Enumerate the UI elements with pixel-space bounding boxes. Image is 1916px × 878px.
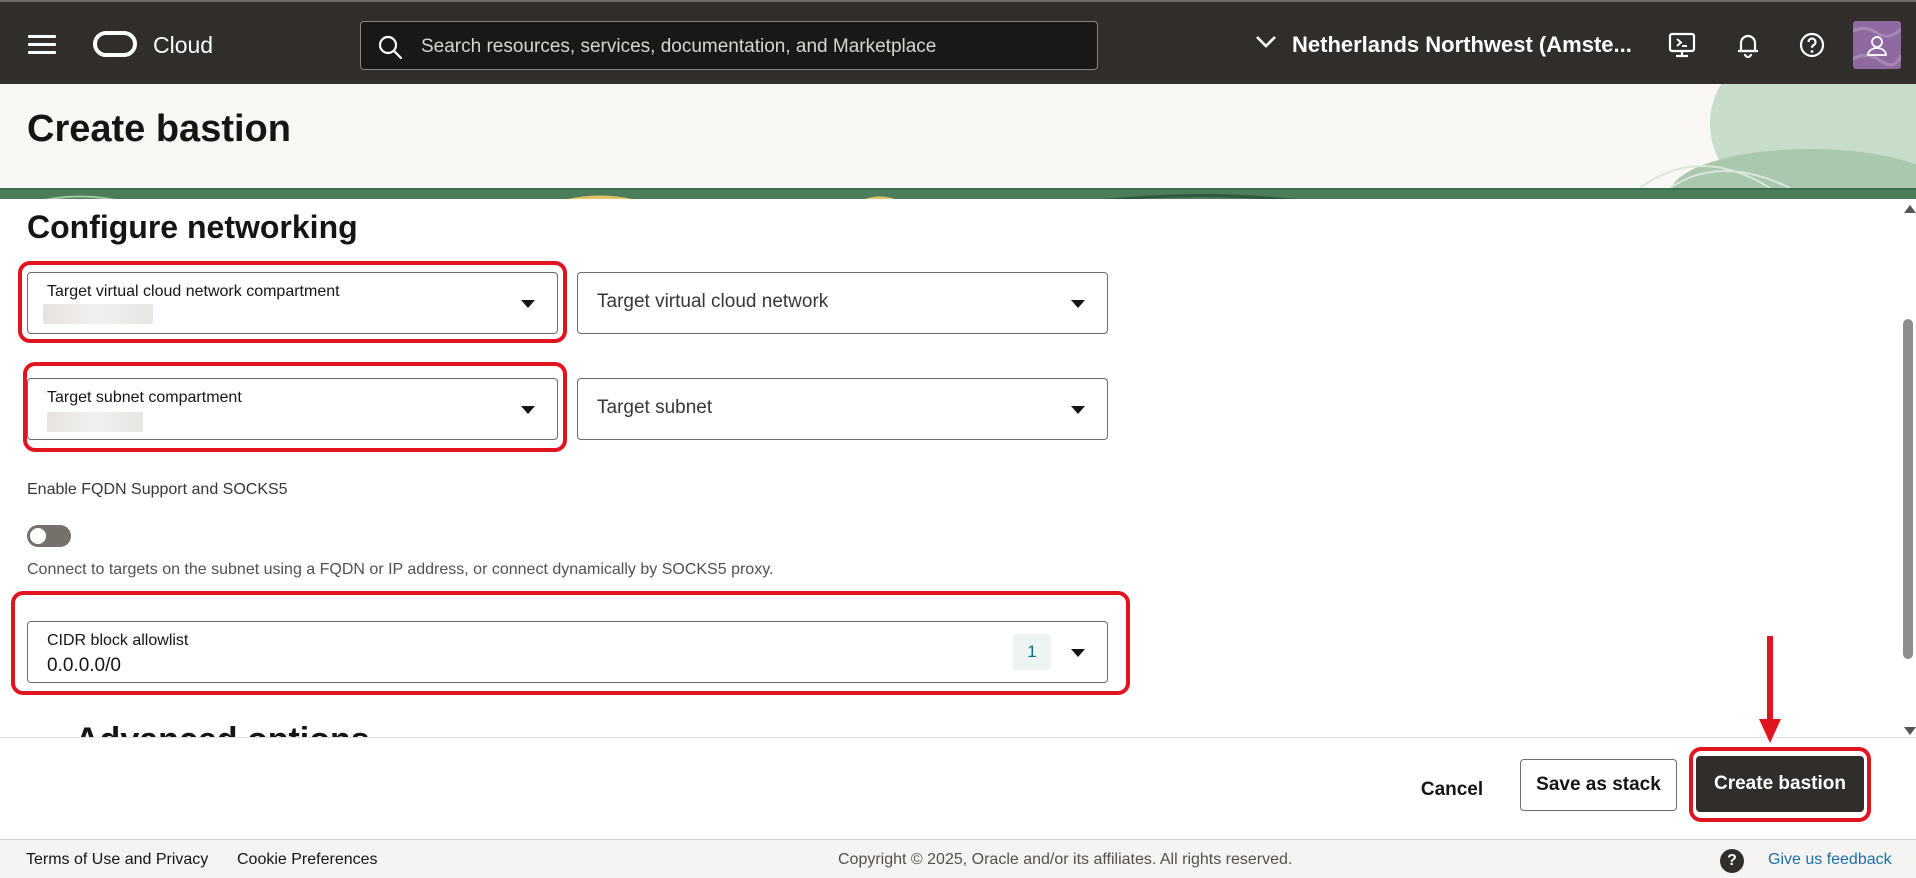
- copyright-text: Copyright © 2025, Oracle and/or its affi…: [838, 851, 1293, 868]
- subnet-select[interactable]: Target subnet: [577, 378, 1108, 440]
- cidr-value: 0.0.0.0/0: [47, 655, 121, 676]
- header-decoration: [1639, 84, 1916, 188]
- feedback-link[interactable]: Give us feedback: [1768, 851, 1892, 869]
- fqdn-toggle[interactable]: [27, 525, 71, 547]
- annotation-arrow: [1767, 636, 1773, 721]
- redacted-value: [47, 412, 143, 432]
- caret-down-icon: [1071, 649, 1085, 657]
- action-bar: Cancel Save as stack Create bastion: [0, 737, 1916, 839]
- help-icon[interactable]: ?: [1720, 849, 1744, 873]
- oracle-logo[interactable]: [93, 31, 137, 57]
- header-decoration-strip: [0, 188, 1916, 199]
- caret-down-icon: [521, 300, 535, 308]
- subnet-compartment-label: Target subnet compartment: [47, 389, 242, 406]
- region-selector[interactable]: Netherlands Northwest (Amste...: [1292, 32, 1632, 58]
- top-navigation-bar: Cloud Search resources, services, docume…: [0, 0, 1916, 84]
- subnet-label: Target subnet: [597, 397, 713, 418]
- cidr-label: CIDR block allowlist: [47, 632, 189, 649]
- fqdn-help-text: Connect to targets on the subnet using a…: [27, 561, 774, 578]
- subnet-compartment-select[interactable]: Target subnet compartment: [27, 378, 558, 440]
- form-content: Configure networking Target virtual clou…: [0, 199, 1900, 737]
- annotation-arrow-head: [1759, 719, 1781, 743]
- vertical-scrollbar[interactable]: [1900, 199, 1916, 737]
- section-title: Configure networking: [27, 209, 358, 245]
- search-input[interactable]: Search resources, services, documentatio…: [360, 21, 1098, 70]
- search-placeholder: Search resources, services, documentatio…: [421, 36, 937, 57]
- user-icon: [1853, 26, 1901, 67]
- bell-icon[interactable]: [1733, 30, 1763, 60]
- scroll-up-icon[interactable]: [1904, 205, 1916, 213]
- vcn-compartment-select[interactable]: Target virtual cloud network compartment: [27, 272, 558, 334]
- redacted-value: [43, 304, 153, 324]
- scroll-down-icon[interactable]: [1904, 727, 1916, 735]
- caret-down-icon: [521, 406, 535, 414]
- fqdn-toggle-label: Enable FQDN Support and SOCKS5: [27, 481, 288, 498]
- help-icon[interactable]: [1797, 30, 1827, 60]
- menu-icon[interactable]: [28, 35, 56, 55]
- cidr-count-badge: 1: [1013, 634, 1051, 670]
- chevron-down-icon[interactable]: [1255, 34, 1277, 50]
- scroll-thumb[interactable]: [1903, 319, 1913, 659]
- caret-down-icon: [1071, 406, 1085, 414]
- toggle-knob: [30, 528, 46, 544]
- cloud-shell-icon[interactable]: [1667, 30, 1697, 60]
- vcn-label: Target virtual cloud network: [597, 291, 829, 312]
- page-footer: Terms of Use and Privacy Cookie Preferen…: [0, 839, 1916, 878]
- cancel-button[interactable]: Cancel: [1400, 764, 1504, 816]
- page-header: Create bastion: [0, 84, 1916, 188]
- terms-link[interactable]: Terms of Use and Privacy: [26, 851, 208, 869]
- search-icon: [378, 35, 403, 60]
- advanced-options-heading: Advanced options: [75, 721, 370, 737]
- vcn-compartment-label: Target virtual cloud network compartment: [47, 283, 340, 300]
- cidr-allowlist-select[interactable]: CIDR block allowlist 0.0.0.0/0 1: [27, 621, 1108, 683]
- cookie-preferences-link[interactable]: Cookie Preferences: [237, 851, 378, 869]
- page-title: Create bastion: [27, 108, 291, 150]
- save-as-stack-button[interactable]: Save as stack: [1520, 759, 1677, 811]
- user-avatar[interactable]: [1853, 21, 1901, 69]
- caret-down-icon: [1071, 300, 1085, 308]
- create-bastion-button[interactable]: Create bastion: [1696, 756, 1864, 812]
- vcn-select[interactable]: Target virtual cloud network: [577, 272, 1108, 334]
- brand-name[interactable]: Cloud: [153, 32, 213, 59]
